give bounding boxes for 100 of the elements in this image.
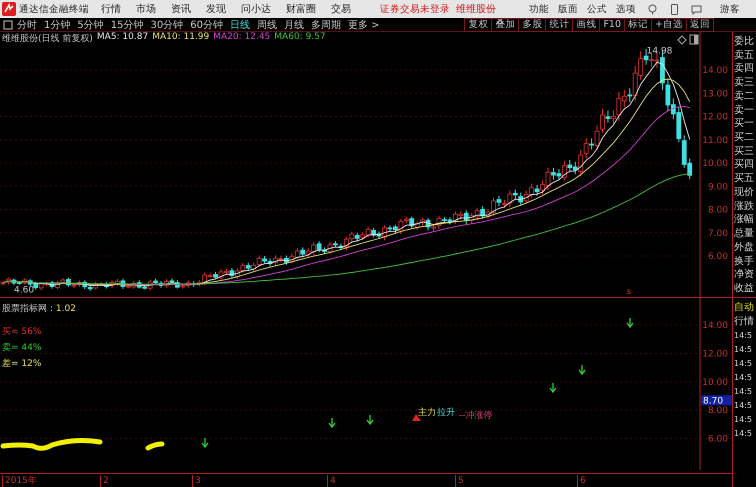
indicator-value: : 1.02	[50, 304, 76, 314]
up-triangle-icon	[412, 414, 421, 421]
menu-item[interactable]: 版面	[558, 2, 578, 16]
price-axis-label: 14.00	[702, 66, 728, 76]
quote-label: 买二	[734, 132, 755, 144]
indicator-axis-label: 12.00	[702, 349, 728, 360]
quote-label: 净资	[734, 269, 755, 282]
menu-item[interactable]: 公式	[587, 2, 607, 16]
price-axis-label: 7.00	[708, 228, 728, 239]
quote-label: 买三	[734, 146, 755, 158]
period-tab[interactable]: 周线	[256, 18, 277, 32]
menu-item[interactable]: 财富圈	[286, 2, 316, 16]
trade-time: 14:5	[734, 414, 753, 426]
current-value-badge: 8.70	[701, 395, 732, 406]
quote-label: 卖三	[734, 77, 755, 90]
price-axis-label: 6.00	[708, 252, 728, 262]
period-tab[interactable]: 多周期	[310, 18, 341, 32]
indicator-axis-label: 8.00	[708, 406, 728, 416]
quote-label: 买五	[734, 173, 755, 186]
date-label: 5	[455, 475, 464, 487]
price-axis-label: 13.00	[702, 89, 728, 100]
quote-label: 收益	[734, 282, 755, 295]
period-tab[interactable]: 月线	[284, 18, 304, 32]
panel-toggle-icon[interactable]	[690, 34, 698, 44]
trade-time: 14:5	[734, 428, 753, 440]
trade-time: 14:5	[734, 372, 753, 384]
chart-tool-button[interactable]: 复权	[465, 18, 492, 32]
message-icon[interactable]	[691, 4, 702, 14]
chart-tool-button[interactable]: 统计	[546, 18, 574, 32]
down-arrow-icon	[328, 418, 336, 428]
period-tab[interactable]: 5分钟	[77, 18, 104, 32]
down-arrow-icon	[578, 365, 586, 376]
menu-item[interactable]: 市场	[136, 2, 156, 16]
annotation-label: 主力	[418, 406, 436, 419]
stock-link[interactable]: 维维股份	[456, 2, 496, 16]
trade-time: 14:5	[734, 344, 753, 356]
menu-item[interactable]: 功能	[529, 2, 549, 16]
price-axis-label: 12.00	[702, 112, 728, 122]
login-status[interactable]: 证券交易未登录	[380, 2, 450, 16]
date-label: 6	[577, 475, 586, 487]
low-price-label: 4.60	[14, 286, 34, 296]
down-arrow-icon	[201, 438, 209, 448]
price-axis-label: 8.00	[708, 206, 728, 216]
period-tab[interactable]: 分时	[17, 18, 37, 32]
period-tab[interactable]: 日线	[230, 18, 250, 32]
trade-time: 14:5	[734, 386, 753, 398]
quote-tab[interactable]: 行情	[734, 316, 756, 328]
quote-label: 涨跌	[734, 200, 755, 213]
signal-mark: s	[627, 287, 632, 296]
chart-title: 维维股份(日线 前复权)	[2, 32, 93, 45]
bulb-icon[interactable]	[647, 4, 658, 14]
menu-item[interactable]: 行情	[101, 2, 121, 16]
menu-item[interactable]: 选项	[616, 2, 636, 16]
price-axis-label: 9.00	[708, 182, 728, 192]
menu-item[interactable]: 发现	[206, 2, 226, 16]
down-arrow-icon	[549, 383, 557, 394]
period-tab[interactable]: 60分钟	[190, 18, 223, 32]
chart-tool-button[interactable]: +自选	[652, 18, 687, 32]
down-arrow-icon	[366, 415, 374, 426]
ma-legend: MA10: 11.99	[152, 32, 210, 45]
annotation-label: --冲涨停	[459, 410, 492, 422]
indicator-axis-label: 6.00	[708, 434, 728, 445]
chart-tool-button[interactable]: 标记	[625, 18, 652, 32]
period-tab[interactable]: 更多 >	[348, 18, 380, 32]
indicator-stat: 卖= 44%	[2, 342, 42, 354]
indicator-stat: 买= 56%	[2, 326, 42, 338]
ma-legend: MA60: 9.57	[274, 32, 326, 45]
down-arrow-icon	[626, 318, 634, 328]
date-label: 2	[100, 475, 109, 487]
menu-item[interactable]: 交易	[331, 2, 351, 16]
indicator-axis-label: 14.00	[702, 321, 728, 331]
chart-tool-button[interactable]: 多股	[519, 18, 546, 32]
app-title: 通达信金融终端	[19, 2, 89, 16]
quote-label: 现价	[734, 186, 755, 199]
chart-tool-button[interactable]: 叠加	[492, 18, 520, 32]
price-axis-label: 10.00	[702, 159, 728, 169]
diamond-icon[interactable]	[677, 35, 687, 45]
annotation-label: 拉升	[437, 406, 455, 419]
chart-tool-button[interactable]: F10	[600, 18, 626, 32]
app-logo-icon	[2, 2, 16, 16]
trade-time: 14:5	[734, 400, 753, 412]
chart-tool-button[interactable]: 画线	[573, 18, 600, 32]
menu-item[interactable]: 问小达	[241, 2, 271, 16]
ma-legend: MA20: 12.45	[213, 32, 270, 45]
trade-time: 14:5	[734, 330, 753, 342]
phone-icon[interactable]	[669, 4, 680, 14]
indicator-stat: 差= 12%	[2, 358, 42, 370]
high-price-label: 14.98	[646, 46, 672, 56]
ma-legend: MA5: 10.87	[96, 32, 148, 45]
period-tab[interactable]: 1分钟	[44, 18, 70, 32]
square-icon[interactable]	[3, 20, 13, 30]
period-tab[interactable]: 30分钟	[150, 18, 184, 32]
quote-label: 买四	[734, 159, 755, 172]
quote-label: 卖二	[734, 90, 755, 103]
quote-label: 卖五	[734, 50, 755, 62]
user-label[interactable]: 游客	[720, 2, 740, 16]
price-axis-label: 11.00	[702, 136, 728, 146]
chart-tool-button[interactable]: 返回	[687, 18, 714, 32]
menu-item[interactable]: 资讯	[171, 2, 191, 16]
period-tab[interactable]: 15分钟	[110, 18, 144, 32]
